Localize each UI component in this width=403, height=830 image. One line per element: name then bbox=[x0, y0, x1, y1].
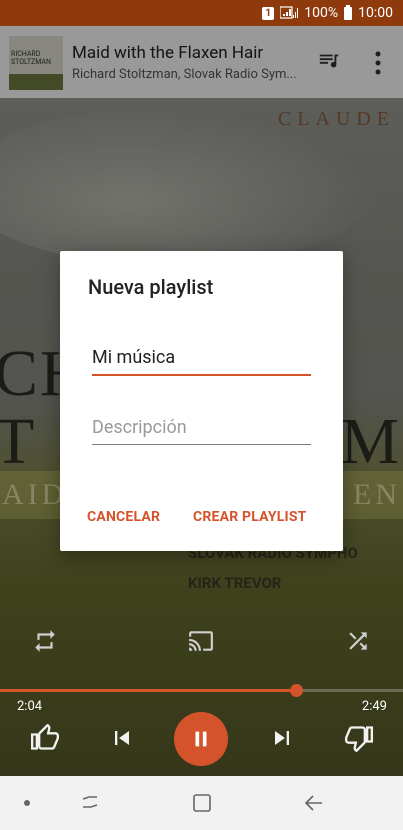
create-playlist-button[interactable]: CREAR PLAYLIST bbox=[193, 509, 307, 525]
seek-bar[interactable] bbox=[0, 684, 403, 697]
pause-icon bbox=[195, 731, 207, 747]
pause-button[interactable] bbox=[174, 712, 228, 766]
battery-percent: 100% bbox=[304, 5, 339, 21]
nav-dot-icon[interactable] bbox=[16, 792, 38, 814]
thumb-down-icon[interactable] bbox=[345, 724, 373, 752]
seek-bar-knob[interactable] bbox=[290, 684, 303, 697]
signal-icon bbox=[280, 6, 299, 19]
clock: 10:00 bbox=[358, 5, 393, 21]
playlist-name-field[interactable]: Mi música bbox=[92, 347, 311, 376]
dialog-title: Nueva playlist bbox=[88, 275, 214, 299]
status-bar: 1 100% 10:00 bbox=[0, 0, 403, 26]
shuffle-icon[interactable] bbox=[345, 628, 371, 654]
new-playlist-dialog: Nueva playlist Mi música Descripción CAN… bbox=[60, 251, 343, 551]
thumb-up-icon[interactable] bbox=[31, 724, 59, 752]
battery-icon bbox=[344, 4, 353, 20]
player-secondary-controls bbox=[0, 624, 403, 660]
playlist-name-value[interactable]: Mi música bbox=[92, 347, 311, 374]
repeat-icon[interactable] bbox=[32, 628, 58, 654]
system-navigation-bar bbox=[0, 776, 403, 830]
skip-next-icon[interactable] bbox=[268, 724, 296, 752]
seek-bar-fill bbox=[0, 689, 296, 692]
home-icon[interactable] bbox=[191, 792, 213, 814]
playlist-description-field[interactable]: Descripción bbox=[92, 417, 311, 445]
back-icon[interactable] bbox=[303, 792, 325, 814]
cast-icon[interactable] bbox=[188, 628, 214, 654]
playlist-description-placeholder[interactable]: Descripción bbox=[92, 417, 311, 444]
sim-indicator: 1 bbox=[262, 6, 275, 20]
cancel-button[interactable]: CANCELAR bbox=[87, 509, 160, 525]
skip-previous-icon[interactable] bbox=[108, 724, 136, 752]
recents-icon[interactable] bbox=[79, 792, 101, 814]
